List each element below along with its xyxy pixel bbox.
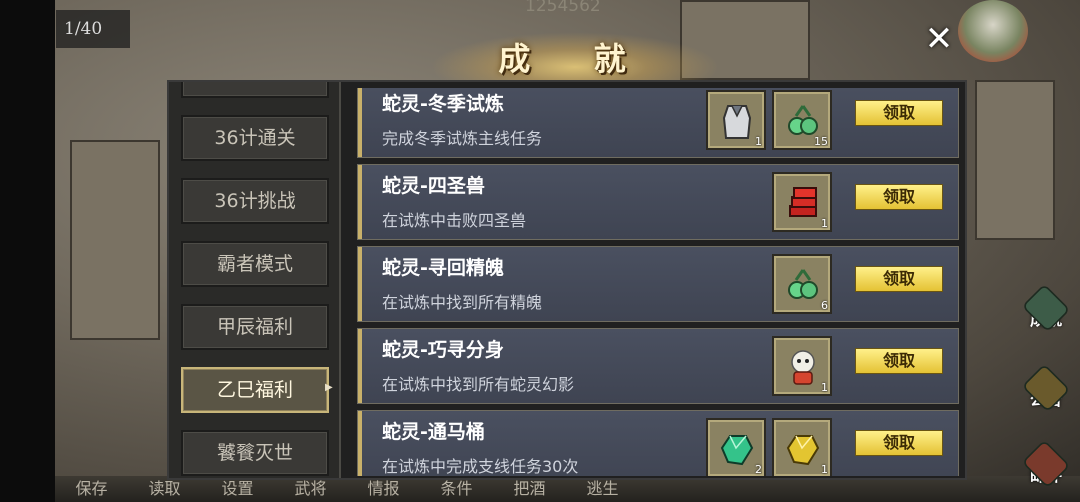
screen-edge xyxy=(0,0,55,502)
sidebar-item-36-clear[interactable]: 36计通关 xyxy=(181,115,329,161)
reward-slot[interactable]: 1 xyxy=(772,336,832,396)
row-accent xyxy=(358,411,362,476)
reward-slot[interactable]: 6 xyxy=(772,254,832,314)
score-display: 1254562 xyxy=(525,0,601,16)
achievement-name: 蛇灵-巧寻分身 xyxy=(382,339,504,361)
achievement-row: 蛇灵-四圣兽 在试炼中击败四圣兽 1 领取 xyxy=(357,164,959,240)
achievement-desc: 完成冬季试炼主线任务 xyxy=(382,129,543,148)
sidebar-divider xyxy=(339,82,341,478)
window-title-banner: 成 就 xyxy=(430,22,720,82)
sidebar-item-taotie[interactable]: 饕餮灭世 xyxy=(181,430,329,476)
row-accent xyxy=(358,165,362,239)
reward-slot[interactable]: 1 xyxy=(772,172,832,232)
notice-menu-button[interactable]: 公告 xyxy=(1015,363,1077,418)
achievement-name: 蛇灵-四圣兽 xyxy=(382,175,485,197)
green-gem-icon xyxy=(720,435,754,466)
row-accent xyxy=(358,88,362,157)
reward-slot[interactable]: 2 xyxy=(706,418,766,476)
achievement-row: 蛇灵-冬季试炼 完成冬季试炼主线任务 1 15 领取 xyxy=(357,88,959,158)
green-fruit-icon xyxy=(788,269,818,299)
page-counter: 1/40 xyxy=(56,10,130,48)
sidebar-item-36-challenge[interactable]: 36计挑战 xyxy=(181,178,329,224)
reward-qty: 1 xyxy=(821,463,828,476)
claim-button[interactable]: 领取 xyxy=(855,430,943,456)
achievement-name: 蛇灵-冬季试炼 xyxy=(382,93,504,115)
reward-slot[interactable]: 1 xyxy=(772,418,832,476)
close-button[interactable]: ✕ xyxy=(922,22,956,56)
achievement-desc: 在试炼中找到所有蛇灵幻影 xyxy=(382,375,575,394)
achievement-list[interactable]: 蛇灵-冬季试炼 完成冬季试炼主线任务 1 15 领取 蛇灵-四圣兽 在试炼中击败… xyxy=(357,88,959,476)
category-sidebar[interactable]: 36计通关 36计挑战 霸者模式 甲辰福利 乙巳福利 ▶ 饕餮灭世 xyxy=(169,82,341,478)
reward-qty: 1 xyxy=(821,217,828,230)
sidebar-item-overlord-mode[interactable]: 霸者模式 xyxy=(181,241,329,287)
gold-gem-icon xyxy=(786,435,820,466)
close-icon: ✕ xyxy=(924,19,954,59)
achievement-row: 蛇灵-通马桶 在试炼中完成支线任务30次 2 1 领取 xyxy=(357,410,959,476)
sidebar-item-yisi-welfare[interactable]: 乙巳福利 xyxy=(181,367,329,413)
reward-qty: 1 xyxy=(821,381,828,394)
reward-qty: 1 xyxy=(755,135,762,148)
achievement-menu-button[interactable]: 成就 xyxy=(1015,283,1077,338)
snake-mascot-avatar[interactable] xyxy=(958,0,1028,62)
achievement-panel: 36计通关 36计挑战 霸者模式 甲辰福利 乙巳福利 ▶ 饕餮灭世 蛇灵-冬季试… xyxy=(167,80,967,480)
background-building xyxy=(70,140,160,340)
reward-qty: 15 xyxy=(814,135,828,148)
active-indicator-arrow-icon: ▶ xyxy=(325,382,333,393)
achievement-name: 蛇灵-通马桶 xyxy=(382,421,485,443)
robe-armor-icon xyxy=(722,105,752,139)
achievement-row: 蛇灵-巧寻分身 在试炼中找到所有蛇灵幻影 1 领取 xyxy=(357,328,959,404)
bottom-save-button[interactable]: 保存 xyxy=(55,476,128,502)
mail-menu-button[interactable]: 邮件 xyxy=(1015,439,1077,494)
achievement-desc: 在试炼中找到所有精魄 xyxy=(382,293,543,312)
claim-button[interactable]: 领取 xyxy=(855,266,943,292)
row-accent xyxy=(358,247,362,321)
sidebar-item-jiachen-welfare[interactable]: 甲辰福利 xyxy=(181,304,329,350)
background-building xyxy=(975,80,1055,240)
achievement-row: 蛇灵-寻回精魄 在试炼中找到所有精魄 6 领取 xyxy=(357,246,959,322)
claim-button[interactable]: 领取 xyxy=(855,184,943,210)
sidebar-item-partial[interactable] xyxy=(181,82,329,98)
reward-qty: 2 xyxy=(755,463,762,476)
achievement-name: 蛇灵-寻回精魄 xyxy=(382,257,504,279)
window-title: 成 就 xyxy=(498,40,652,78)
achievement-desc: 在试炼中击败四圣兽 xyxy=(382,211,527,230)
reward-slot[interactable]: 1 xyxy=(706,90,766,150)
snake-spirit-avatar-icon xyxy=(791,350,815,385)
achievement-desc: 在试炼中完成支线任务30次 xyxy=(382,457,579,476)
reward-slot[interactable]: 15 xyxy=(772,90,832,150)
red-book-stack-icon xyxy=(789,187,817,217)
reward-qty: 6 xyxy=(821,299,828,312)
row-accent xyxy=(358,329,362,403)
claim-button[interactable]: 领取 xyxy=(855,100,943,126)
claim-button[interactable]: 领取 xyxy=(855,348,943,374)
